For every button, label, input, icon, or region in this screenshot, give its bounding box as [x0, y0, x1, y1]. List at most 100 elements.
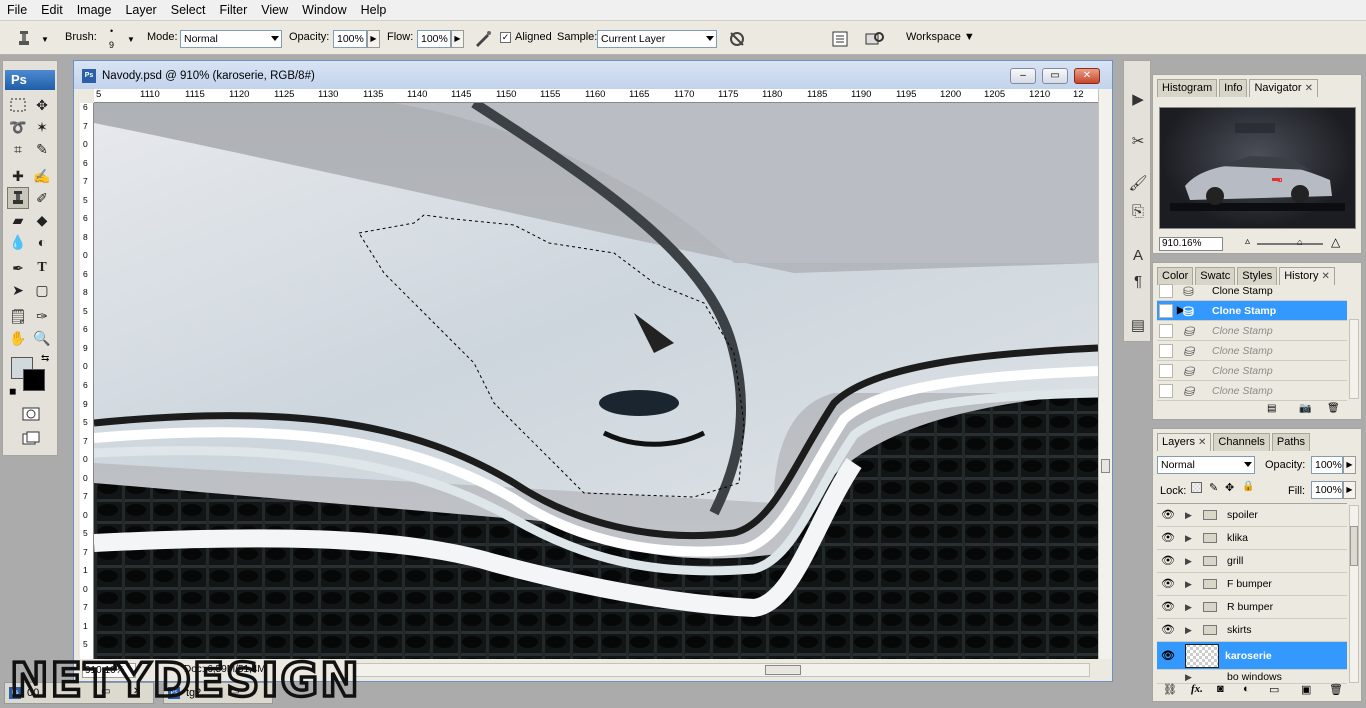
navigator-zoom-slider[interactable]	[1257, 243, 1323, 245]
lock-transparency-icon[interactable]	[1191, 482, 1202, 493]
horizontal-scroll-thumb[interactable]	[765, 665, 801, 675]
expand-triangle-icon[interactable]: ▶	[1185, 619, 1192, 642]
delete-state-icon[interactable]: 🗑	[1327, 403, 1340, 414]
swap-colors-icon[interactable]: ⇆	[41, 353, 49, 364]
history-item[interactable]: ⛁ Clone Stamp	[1157, 361, 1347, 381]
history-snapshot-slot[interactable]	[1159, 344, 1173, 358]
tab-channels[interactable]: Channels	[1213, 433, 1270, 451]
ignore-adjustment-layers-icon[interactable]	[727, 29, 747, 49]
tab-navigator[interactable]: Navigator ✕	[1249, 79, 1318, 97]
visibility-eye-icon[interactable]: 👁	[1161, 596, 1175, 619]
navigator-view-box[interactable]	[1278, 178, 1282, 182]
actions-icon[interactable]: ▶	[1127, 89, 1149, 111]
expand-triangle-icon[interactable]: ▶	[1185, 670, 1192, 683]
history-item[interactable]: ⛁ Clone Stamp	[1157, 381, 1347, 401]
paint-bucket-tool-icon[interactable]: ◆	[31, 209, 53, 231]
maximize-button[interactable]: ▭	[1042, 68, 1068, 84]
character-icon[interactable]: A	[1127, 245, 1149, 267]
layers-scroll-thumb[interactable]	[1350, 526, 1358, 566]
visibility-eye-icon[interactable]: 👁	[1161, 504, 1175, 527]
marquee-tool-icon[interactable]	[7, 94, 29, 116]
history-item[interactable]: ⛁ Clone Stamp	[1157, 281, 1347, 301]
history-snapshot-slot[interactable]	[1159, 364, 1173, 378]
clone-stamp-tool-icon[interactable]	[7, 187, 29, 209]
close-button[interactable]: ✕	[1074, 68, 1100, 84]
menu-view[interactable]: View	[254, 0, 295, 21]
palette-well-icon[interactable]	[830, 29, 850, 49]
mode-select[interactable]: Normal	[180, 30, 282, 48]
document-titlebar[interactable]: Ps Navody.psd @ 910% (karoserie, RGB/8#)…	[74, 61, 1112, 89]
new-layer-icon[interactable]: ▣	[1301, 683, 1311, 696]
zoom-tool-icon[interactable]: 🔍	[31, 327, 53, 349]
layer-opacity-input[interactable]: 100%	[1311, 456, 1343, 474]
navigator-zoom-field[interactable]: 910.16%	[1159, 237, 1223, 251]
brush-tool-icon[interactable]: ✍	[31, 165, 53, 187]
layer-comps-icon[interactable]: ▤	[1127, 315, 1149, 337]
navigator-preview[interactable]	[1159, 107, 1356, 229]
history-snapshot-slot[interactable]	[1159, 304, 1173, 318]
tab-info[interactable]: Info	[1219, 79, 1248, 97]
brush-size[interactable]: 9	[109, 40, 114, 50]
dodge-tool-icon[interactable]: ◐	[31, 231, 53, 253]
shape-tool-icon[interactable]: ▢	[31, 279, 53, 301]
layer-style-icon[interactable]: fx.	[1191, 683, 1203, 695]
eyedropper-tool-icon[interactable]: ✑	[31, 305, 53, 327]
brushes-icon[interactable]: 🖌	[1127, 173, 1149, 195]
brush-picker-arrow-icon[interactable]: ▼	[127, 35, 135, 44]
layer-row-spoiler[interactable]: 👁 ▶ spoiler	[1157, 504, 1347, 527]
lasso-tool-icon[interactable]: ➰	[7, 116, 29, 138]
slice-tool-icon[interactable]: ✎	[31, 138, 53, 160]
visibility-eye-icon[interactable]: 👁	[1161, 642, 1175, 670]
notes-tool-icon[interactable]: 🗒	[7, 305, 29, 327]
menu-help[interactable]: Help	[354, 0, 394, 21]
blend-mode-select[interactable]: Normal	[1157, 456, 1255, 474]
new-snapshot-icon[interactable]: 📷	[1299, 403, 1311, 414]
history-item[interactable]: ⛁ Clone Stamp	[1157, 341, 1347, 361]
lock-pixels-icon[interactable]: ✎	[1209, 481, 1218, 494]
adjustment-layer-icon[interactable]: ◐	[1243, 683, 1250, 695]
layer-row-r-bumper[interactable]: 👁 ▶ R bumper	[1157, 596, 1347, 619]
history-brush-tool-icon[interactable]: ✐	[31, 187, 53, 209]
pen-tool-icon[interactable]: ✒	[7, 257, 29, 279]
menu-layer[interactable]: Layer	[118, 0, 163, 21]
tab-layers[interactable]: Layers ✕	[1157, 433, 1212, 451]
close-icon[interactable]: ✕	[1305, 83, 1313, 94]
menu-select[interactable]: Select	[164, 0, 213, 21]
menu-image[interactable]: Image	[70, 0, 119, 21]
airbrush-icon[interactable]	[473, 29, 493, 49]
zoom-slider-thumb[interactable]: ⌂	[1297, 237, 1302, 247]
visibility-eye-icon[interactable]: 👁	[1161, 527, 1175, 550]
history-scrollbar[interactable]	[1349, 319, 1359, 399]
layer-row-klika[interactable]: 👁 ▶ klika	[1157, 527, 1347, 550]
history-item[interactable]: ⛁ Clone Stamp	[1157, 321, 1347, 341]
layer-row-grill[interactable]: 👁 ▶ grill	[1157, 550, 1347, 573]
aligned-checkbox[interactable]: ✓	[500, 32, 511, 43]
menu-edit[interactable]: Edit	[34, 0, 70, 21]
layer-opacity-slider-button[interactable]: ▶	[1343, 456, 1356, 474]
layers-scrollbar[interactable]	[1349, 505, 1359, 683]
expand-triangle-icon[interactable]: ▶	[1185, 504, 1192, 527]
layer-row-bo-windows[interactable]: ▶ bo windows	[1157, 670, 1347, 684]
tab-histogram[interactable]: Histogram	[1157, 79, 1218, 97]
visibility-eye-icon[interactable]: 👁	[1161, 619, 1175, 642]
default-colors-icon[interactable]: ◼	[9, 386, 16, 397]
fill-slider-button[interactable]: ▶	[1343, 481, 1356, 499]
tab-paths[interactable]: Paths	[1271, 433, 1311, 451]
horizontal-scrollbar[interactable]	[354, 663, 1090, 677]
crop-tool-icon[interactable]: ⌗	[7, 138, 29, 160]
layer-row-skirts[interactable]: 👁 ▶ skirts	[1157, 619, 1347, 642]
layer-mask-icon[interactable]: ◙	[1217, 683, 1224, 695]
close-icon[interactable]: ✕	[1198, 437, 1206, 448]
background-color-swatch[interactable]	[23, 369, 45, 391]
history-snapshot-slot[interactable]	[1159, 324, 1173, 338]
healing-brush-tool-icon[interactable]: ✚	[7, 165, 29, 187]
move-tool-icon[interactable]: ✥	[31, 94, 53, 116]
paragraph-icon[interactable]: ¶	[1127, 271, 1149, 293]
visibility-eye-icon[interactable]: 👁	[1161, 550, 1175, 573]
eraser-tool-icon[interactable]: ▰	[7, 209, 29, 231]
menu-window[interactable]: Window	[295, 0, 353, 21]
vertical-scrollbar[interactable]	[1098, 89, 1112, 659]
flow-input[interactable]: 100%	[417, 30, 451, 48]
opacity-input[interactable]: 100%	[333, 30, 367, 48]
layer-row-karoserie[interactable]: 👁 karoserie	[1157, 642, 1347, 670]
